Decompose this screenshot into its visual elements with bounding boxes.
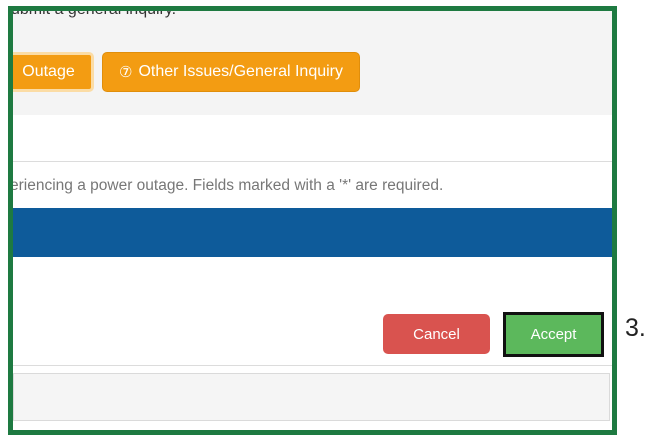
step-number: 3. [625,314,646,342]
other-issues-button[interactable]: ⑦ Other Issues/General Inquiry [102,52,360,92]
footer-divider [13,365,612,366]
outage-button-label: Outage [22,63,75,80]
top-band: ubmit a general inquiry. Outage ⑦ Other … [13,11,612,115]
divider [13,161,612,162]
form-info-text: eriencing a power outage. Fields marked … [10,177,444,194]
cancel-button[interactable]: Cancel [383,314,490,354]
header-text: ubmit a general inquiry. [11,6,177,18]
cancel-button-label: Cancel [413,325,460,343]
question-circle-icon: ⑦ [119,64,133,81]
footer-bar [13,373,610,421]
accept-button-label: Accept [530,326,577,343]
form-section-header [13,208,612,257]
accept-button[interactable]: Accept [503,312,604,357]
other-issues-button-label: Other Issues/General Inquiry [138,63,343,80]
outage-button[interactable]: Outage [13,52,94,92]
screenshot-frame: ubmit a general inquiry. Outage ⑦ Other … [8,6,617,435]
